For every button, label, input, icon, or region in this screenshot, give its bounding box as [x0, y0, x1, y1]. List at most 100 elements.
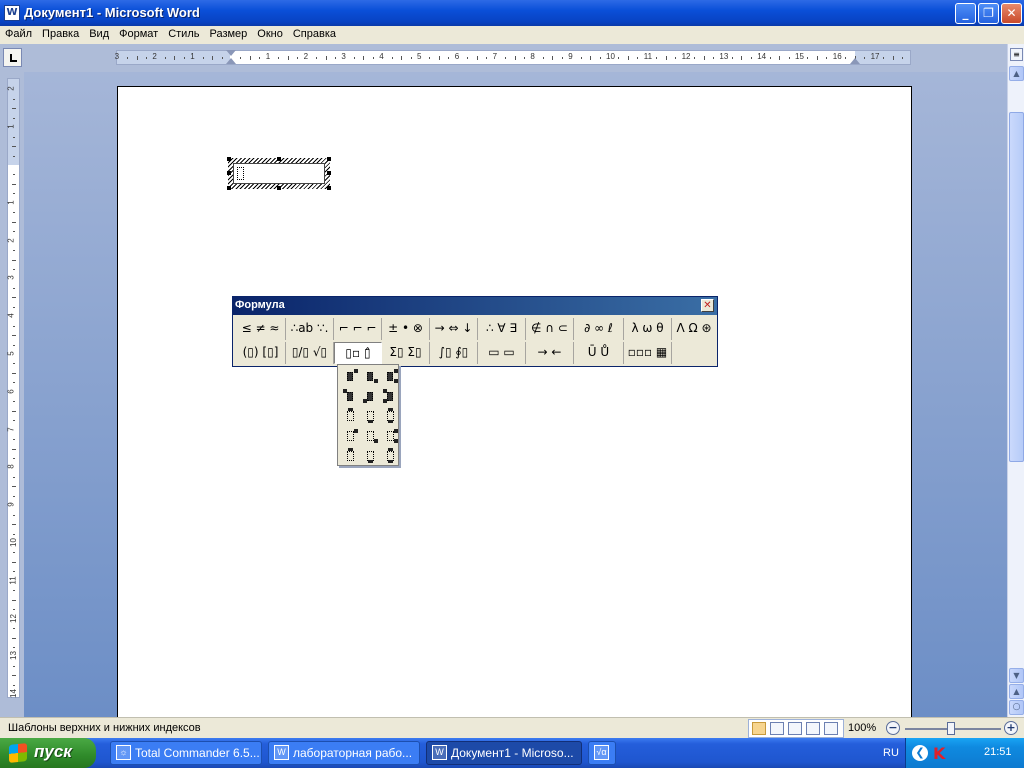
ruler-tick: [13, 609, 15, 611]
zoom-slider-knob[interactable]: [947, 722, 955, 735]
embellishments-button[interactable]: ⌐ ⌐ ⌐: [334, 318, 382, 340]
close-button[interactable]: ✕: [1001, 3, 1022, 24]
misc-symbols-button[interactable]: ∂ ∞ ℓ: [574, 318, 624, 340]
left-indent-marker[interactable]: [226, 58, 236, 64]
start-button[interactable]: пуск: [0, 738, 96, 768]
menu-edit[interactable]: Правка: [37, 26, 84, 40]
greek-lower-button[interactable]: λ ω θ: [624, 318, 672, 340]
restore-button[interactable]: ❐: [978, 3, 999, 24]
equation-palette[interactable]: Формула ✕ ≤ ≠ ≈ ∴ab ∵. ⌐ ⌐ ⌐ ± • ⊗ → ⇔ ↓…: [232, 296, 718, 367]
box-under-over-template-icon[interactable]: [383, 448, 399, 463]
zoom-slider[interactable]: [905, 722, 1001, 735]
fraction-radical-button[interactable]: ▯/▯ √▯: [286, 342, 334, 364]
palette-row-templates: (▯) [▯] ▯/▯ √▯ ▯▫ ▯̂ Σ▯ Σ▯ ∫▯ ∮▯ ▭ ▭ → ←…: [236, 342, 716, 364]
left-superscript-template-icon[interactable]: [343, 389, 359, 403]
box-under-template-icon[interactable]: [363, 449, 379, 463]
split-box[interactable]: ≡: [1010, 48, 1023, 61]
draft-view-icon[interactable]: [824, 722, 838, 735]
superscript-template-icon[interactable]: [343, 369, 359, 383]
operators-button[interactable]: ± • ⊗: [382, 318, 430, 340]
show-hidden-icons-button[interactable]: ❮: [912, 745, 928, 761]
first-line-indent-marker[interactable]: [226, 50, 236, 56]
subscript-superscript-button[interactable]: ▯▫ ▯̂: [334, 342, 382, 364]
right-indent-marker[interactable]: [850, 58, 860, 64]
resize-handle[interactable]: [327, 186, 331, 190]
ruler-tick: [448, 57, 450, 59]
clock[interactable]: 21:51: [984, 746, 1012, 758]
set-theory-button[interactable]: ∉ ∩ ⊂: [526, 318, 574, 340]
labeled-arrows-button[interactable]: → ←: [526, 342, 574, 364]
ruler-tick: [13, 344, 15, 346]
print-layout-view-icon[interactable]: [752, 722, 766, 735]
web-layout-view-icon[interactable]: [788, 722, 802, 735]
vertical-ruler[interactable]: 2 1 1 2 3 4 5 6 7 8 9 10 11 12 13 14: [7, 78, 20, 698]
scroll-up-button[interactable]: ▲: [1009, 66, 1024, 81]
equation-input-slot[interactable]: [237, 167, 244, 180]
zoom-in-button[interactable]: +: [1004, 721, 1018, 735]
logic-button[interactable]: ∴ ∀ ∃: [478, 318, 526, 340]
zoom-level[interactable]: 100%: [848, 722, 876, 734]
reading-view-icon[interactable]: [770, 722, 784, 735]
resize-handle[interactable]: [277, 157, 281, 161]
resize-handle[interactable]: [227, 157, 231, 161]
task-document1[interactable]: W Документ1 - Microso...: [426, 741, 582, 765]
under-script-template-icon[interactable]: [363, 409, 379, 423]
task-equation-editor[interactable]: √α: [588, 741, 616, 765]
equation-object[interactable]: [227, 157, 331, 190]
tab-stop-selector[interactable]: [3, 48, 22, 67]
task-lab-doc[interactable]: W лабораторная рабо...: [268, 741, 420, 765]
underbar-overbar-button[interactable]: ▭ ▭: [478, 342, 526, 364]
menu-style[interactable]: Стиль: [163, 26, 204, 40]
previous-page-button[interactable]: ▲: [1009, 684, 1024, 699]
menu-help[interactable]: Справка: [288, 26, 341, 40]
menu-window[interactable]: Окно: [252, 26, 288, 40]
scroll-thumb[interactable]: [1009, 112, 1024, 462]
minimize-button[interactable]: _: [955, 3, 976, 24]
language-indicator[interactable]: RU: [877, 738, 905, 768]
ruler-number: 13: [8, 651, 18, 661]
palette-close-button[interactable]: ✕: [701, 299, 714, 312]
scroll-down-button[interactable]: ▼: [1009, 668, 1024, 683]
matrix-button[interactable]: ▫▫▫ ▦: [624, 342, 672, 364]
palette-title[interactable]: Формула: [233, 297, 717, 315]
task-total-commander[interactable]: ☼ Total Commander 6.5...: [110, 741, 262, 765]
equation-edit-area[interactable]: [233, 163, 325, 184]
word-doc-icon[interactable]: W: [4, 5, 20, 21]
integral-button[interactable]: ∫▯ ∮▯: [430, 342, 478, 364]
greek-upper-button[interactable]: Λ Ω ⊛: [672, 318, 716, 340]
subscript-template-icon[interactable]: [363, 369, 379, 383]
products-set-button[interactable]: Ū Ů: [574, 342, 624, 364]
menu-size[interactable]: Размер: [204, 26, 252, 40]
box-superscript-template-icon[interactable]: [343, 429, 359, 443]
menu-format[interactable]: Формат: [114, 26, 163, 40]
resize-handle[interactable]: [327, 157, 331, 161]
sub-superscript-template-icon[interactable]: [383, 369, 399, 383]
horizontal-ruler[interactable]: 3 2 1 1 2 3 4 5 6 7 8 9 10 11 12 13 14 15 16 17: [115, 50, 911, 65]
zoom-out-button[interactable]: −: [886, 721, 900, 735]
summation-button[interactable]: Σ▯ Σ▯: [382, 342, 430, 364]
box-over-template-icon[interactable]: [343, 448, 359, 463]
outline-view-icon[interactable]: [806, 722, 820, 735]
fence-templates-button[interactable]: (▯) [▯]: [236, 342, 286, 364]
resize-handle[interactable]: [277, 186, 281, 190]
title-bar: W Документ1 - Microsoft Word _ ❐ ✕: [0, 0, 1024, 26]
browse-object-button[interactable]: ○: [1009, 700, 1024, 715]
ruler-tick: [221, 57, 223, 59]
resize-handle[interactable]: [227, 186, 231, 190]
left-sub-superscript-template-icon[interactable]: [383, 389, 399, 403]
menu-file[interactable]: Файл: [0, 26, 37, 40]
script-templates-dropdown[interactable]: [337, 364, 399, 466]
resize-handle[interactable]: [327, 171, 331, 175]
relations-button[interactable]: ≤ ≠ ≈: [236, 318, 286, 340]
spaces-ellipses-button[interactable]: ∴ab ∵.: [286, 318, 334, 340]
under-over-script-template-icon[interactable]: [383, 408, 399, 423]
kaspersky-icon[interactable]: K: [933, 744, 949, 763]
left-subscript-template-icon[interactable]: [363, 389, 379, 403]
over-script-template-icon[interactable]: [343, 408, 359, 423]
menu-view[interactable]: Вид: [84, 26, 114, 40]
resize-handle[interactable]: [227, 171, 231, 175]
arrows-button[interactable]: → ⇔ ↓: [430, 318, 478, 340]
box-subscript-template-icon[interactable]: [363, 429, 379, 443]
box-sub-superscript-template-icon[interactable]: [383, 429, 399, 443]
vertical-scrollbar[interactable]: ≡ ▲ ▼ ▲ ○: [1007, 44, 1024, 717]
